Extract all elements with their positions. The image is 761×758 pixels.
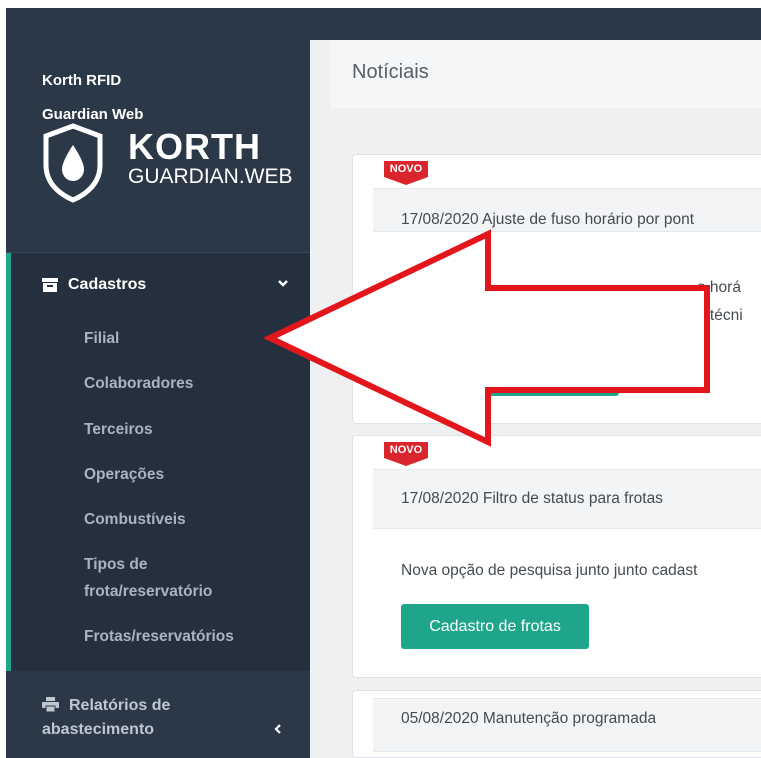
news-card-1-badge: NOVO — [384, 161, 428, 185]
news-card-1-title: 17/08/2020 Ajuste de fuso horário por po… — [401, 211, 694, 228]
cadastros-menu-section — [6, 253, 310, 671]
chevron-down-icon — [278, 280, 288, 287]
cadastro-de-frotas-button[interactable]: Cadastro de frotas — [401, 604, 589, 649]
news-card-1-body-line2: o técni — [697, 307, 743, 324]
page-title: Notíciais — [352, 61, 429, 83]
sidebar-item-tipos-de-frota-line1[interactable]: Tipos de — [84, 553, 147, 576]
logo-word-guardian: GUARDIAN.WEB — [128, 165, 293, 188]
sidebar-item-tipos-de-frota-line2[interactable]: frota/reservatório — [84, 580, 212, 603]
menu-cadastros[interactable]: Cadastros — [42, 272, 290, 298]
news-card-2-badge-label: NOVO — [389, 444, 423, 456]
chevron-left-icon — [274, 724, 281, 734]
menu-cadastros-label: Cadastros — [68, 276, 147, 293]
menu-relatorios-abastecimento[interactable]: Relatórios de abastecimento — [42, 694, 170, 742]
news-card-1-body-line1: o horá — [697, 279, 741, 296]
news-card-2-body: Nova opção de pesquisa junto junto cadas… — [401, 562, 698, 579]
brand-name: Korth RFID Guardian Web — [42, 64, 143, 132]
news-card-2-badge: NOVO — [384, 442, 428, 466]
news-card-1-button[interactable] — [489, 382, 619, 396]
korth-logo: KORTH GUARDIAN.WEB — [42, 123, 312, 203]
news-card-3-title: 05/08/2020 Manutenção programada — [401, 710, 657, 727]
logo-word-korth: KORTH — [128, 126, 261, 167]
printer-icon — [42, 697, 59, 712]
sidebar-item-frotas-reservatorios[interactable]: Frotas/reservatórios — [84, 625, 234, 648]
news-card-2-title: 17/08/2020 Filtro de status para frotas — [401, 490, 663, 507]
window-top-edge — [0, 0, 761, 8]
menu-relatorios-label-2: abastecimento — [42, 721, 155, 738]
sidebar-item-filial[interactable]: Filial — [84, 327, 119, 350]
shield-drop-icon — [43, 123, 103, 203]
sidebar-item-operacoes[interactable]: Operações — [84, 463, 164, 486]
active-menu-accent — [6, 253, 11, 671]
brand-line-1: Korth RFID — [42, 72, 122, 89]
sidebar-item-combustiveis[interactable]: Combustíveis — [84, 508, 186, 531]
menu-relatorios-label-1: Relatórios de — [69, 697, 171, 714]
archive-box-icon — [42, 278, 58, 292]
news-card-1-badge-label: NOVO — [389, 163, 423, 175]
sidebar-item-colaboradores[interactable]: Colaboradores — [84, 372, 193, 395]
sidebar-item-terceiros[interactable]: Terceiros — [84, 418, 153, 441]
